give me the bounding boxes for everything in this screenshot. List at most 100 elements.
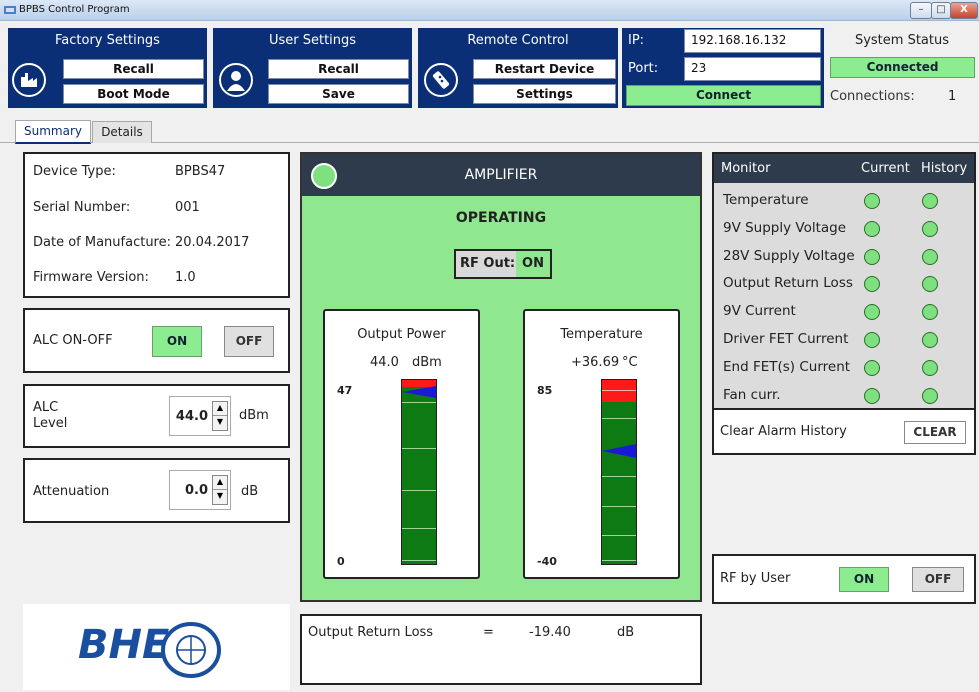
gauge-tick	[402, 560, 436, 561]
restart-device-button[interactable]: Restart Device	[473, 59, 616, 79]
clear-alarm-label: Clear Alarm History	[720, 424, 847, 439]
user-save-button[interactable]: Save	[268, 84, 409, 104]
current-status-led	[864, 359, 880, 376]
amplifier-header: AMPLIFIER	[302, 154, 700, 196]
history-status-led	[922, 359, 938, 376]
stepper-down-icon[interactable]: ▼	[213, 490, 227, 504]
connect-button[interactable]: Connect	[626, 85, 821, 106]
port-input[interactable]: 23	[684, 57, 821, 81]
temperature-bar	[601, 379, 637, 565]
tab-details[interactable]: Details	[92, 121, 152, 143]
rf-out-label: RF Out:	[460, 256, 516, 271]
logo-area: BHE	[23, 604, 290, 690]
boot-mode-button[interactable]: Boot Mode	[63, 84, 204, 104]
stepper-down-icon[interactable]: ▼	[213, 416, 227, 430]
alc-toggle-box: ALC ON-OFF ON OFF	[23, 308, 290, 373]
title-bar: BPBS Control Program – □ X	[0, 0, 979, 21]
device-type-value: BPBS47	[175, 164, 226, 179]
rf-user-label: RF by User	[720, 571, 791, 586]
alc-level-value: 44.0	[175, 409, 208, 424]
rf-user-on-button[interactable]: ON	[839, 567, 889, 592]
remote-settings-button[interactable]: Settings	[473, 84, 616, 104]
output-power-bar	[401, 379, 437, 565]
return-loss-label: Output Return Loss	[308, 625, 434, 640]
output-power-title: Output Power	[357, 327, 446, 342]
remote-control-panel: Remote Control Restart Device Settings	[418, 28, 618, 108]
history-status-led	[922, 220, 938, 237]
monitor-row: Fan curr.	[714, 384, 974, 408]
alc-off-button[interactable]: OFF	[224, 326, 274, 357]
maximize-button[interactable]: □	[931, 2, 951, 19]
current-status-led	[864, 387, 880, 404]
monitor-row: 28V Supply Voltage	[714, 245, 974, 269]
alc-level-stepper[interactable]: ▲ ▼	[212, 401, 228, 431]
monitor-header: Monitor Current History	[714, 154, 974, 183]
alc-on-button[interactable]: ON	[152, 326, 202, 357]
stepper-up-icon[interactable]: ▲	[213, 402, 227, 416]
remote-icon	[424, 63, 458, 97]
monitor-row-label: Driver FET Current	[723, 331, 849, 347]
temperature-marker	[602, 444, 636, 459]
window-title: BPBS Control Program	[19, 4, 130, 15]
factory-settings-panel: Factory Settings Recall Boot Mode	[8, 28, 207, 108]
gauge-tick	[402, 490, 436, 491]
gauge-tick	[602, 560, 636, 561]
monitor-row: Output Return Loss	[714, 272, 974, 296]
monitor-row-label: 9V Supply Voltage	[723, 219, 847, 236]
monitor-row: Temperature	[714, 189, 974, 213]
attenuation-stepper[interactable]: ▲ ▼	[212, 475, 228, 505]
current-status-led	[864, 193, 880, 209]
monitor-row-label: Fan curr.	[723, 386, 781, 403]
temperature-alarm-zone	[602, 380, 636, 402]
history-status-led	[922, 276, 938, 293]
monitor-row-label: Temperature	[723, 192, 809, 208]
current-status-led	[864, 332, 880, 348]
rf-user-off-button[interactable]: OFF	[912, 567, 964, 592]
manufacture-date-label: Date of Manufacture:	[33, 235, 171, 250]
stepper-up-icon[interactable]: ▲	[213, 476, 227, 490]
current-status-led	[864, 248, 880, 265]
user-settings-panel: User Settings Recall Save	[213, 28, 412, 108]
device-type-label: Device Type:	[33, 164, 116, 179]
return-loss-value: -19.40	[529, 625, 571, 640]
clear-alarm-button[interactable]: CLEAR	[904, 421, 966, 444]
history-status-led	[922, 248, 938, 265]
ip-input[interactable]: 192.168.16.132	[684, 29, 821, 53]
return-loss-eq: =	[483, 625, 494, 640]
attenuation-value: 0.0	[184, 483, 208, 498]
app-icon	[4, 6, 16, 14]
logo-text: BHE	[78, 622, 170, 668]
attenuation-label: Attenuation	[33, 484, 110, 499]
amplifier-panel: AMPLIFIER OPERATING RF Out: ON Output Po…	[300, 152, 702, 602]
history-col-title: History	[921, 161, 968, 176]
return-loss-unit: dB	[617, 625, 635, 640]
attenuation-input[interactable]: 0.0 ▲ ▼	[169, 470, 231, 510]
network-panel: IP: 192.168.16.132 Port: 23 Connect	[622, 28, 824, 108]
factory-recall-button[interactable]: Recall	[63, 59, 204, 79]
alc-level-label-line1: ALC	[33, 400, 59, 415]
alc-level-input[interactable]: 44.0 ▲ ▼	[169, 396, 231, 436]
monitor-row-label: End FET(s) Current	[723, 358, 851, 375]
return-loss-box: Output Return Loss = -19.40 dB	[300, 614, 702, 685]
gauge-tick	[602, 476, 636, 477]
alc-toggle-label: ALC ON-OFF	[33, 333, 113, 348]
history-status-led	[922, 193, 938, 209]
output-power-value: 44.0	[370, 355, 399, 370]
monitor-body: Temperature 9V Supply Voltage 28V Supply V…	[714, 183, 974, 408]
rf-user-box: RF by User ON OFF	[712, 554, 976, 604]
close-button[interactable]: X	[950, 2, 978, 19]
factory-icon	[12, 63, 46, 97]
output-power-marker	[402, 385, 436, 398]
tab-summary[interactable]: Summary	[15, 120, 91, 144]
monitor-row: End FET(s) Current	[714, 356, 974, 380]
current-status-led	[864, 220, 880, 237]
history-status-led	[922, 332, 938, 348]
current-status-led	[864, 304, 880, 321]
monitor-panel: Monitor Current History Temperature 9V Su…	[712, 152, 976, 410]
user-recall-button[interactable]: Recall	[268, 59, 409, 79]
minimize-button[interactable]: –	[910, 2, 932, 19]
gauge-tick	[402, 402, 436, 403]
temperature-max: 85	[537, 384, 553, 397]
alarm-history-box: Clear Alarm History CLEAR	[712, 408, 976, 455]
history-status-led	[922, 304, 938, 321]
